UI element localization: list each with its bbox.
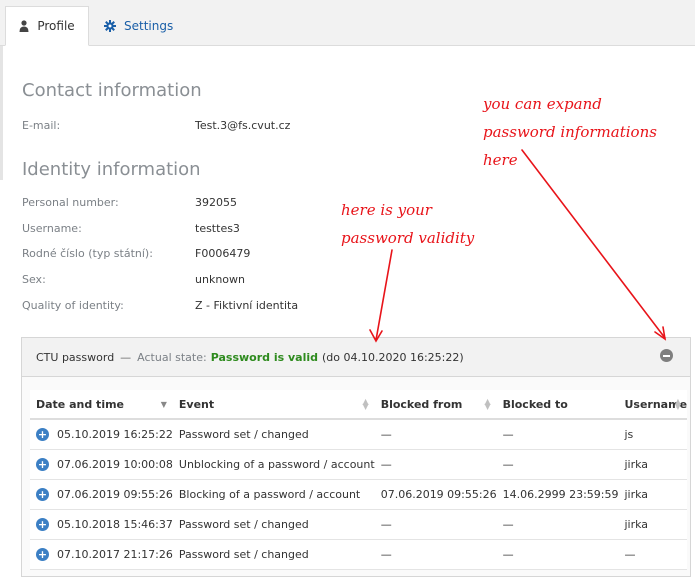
expand-annotation-line: here — [483, 151, 518, 169]
validity-annotation: here is your password validity — [341, 196, 474, 252]
table-row: +07.06.2019 10:00:08 Unblocking of a pas… — [30, 449, 688, 480]
expand-row-icon[interactable]: + — [36, 428, 49, 442]
arrow-to-collapse — [521, 149, 666, 339]
birth-number-value: F0006479 — [195, 247, 251, 260]
collapse-icon[interactable] — [660, 349, 673, 362]
tab-settings[interactable]: Settings — [104, 6, 173, 46]
row-blocked-to: 14.06.2999 23:59:59 — [496, 479, 619, 510]
sort-icon: ▲ ▼ — [362, 397, 369, 411]
column-blocked-from[interactable]: Blocked from ▲ ▼ — [374, 390, 497, 420]
column-event-label: Event — [178, 397, 215, 411]
column-date-label: Date and time — [36, 397, 125, 411]
password-history-table: Date and time ▼ Event ▲ ▼ Blocked from ▲ ▼ Bl… — [30, 390, 688, 570]
tab-settings-label: Settings — [124, 19, 174, 33]
row-blocked-from: — — [374, 539, 497, 570]
expand-row-icon[interactable]: + — [36, 488, 49, 502]
row-username: jirka — [618, 449, 688, 480]
table-row: +07.06.2019 09:55:26 Blocking of a passw… — [30, 479, 688, 510]
row-blocked-to: — — [496, 509, 619, 540]
row-event: Password set / changed — [172, 419, 375, 450]
birth-number-label: Rodné číslo (typ státní): — [22, 247, 153, 260]
username-value: testtes3 — [195, 222, 240, 235]
expand-annotation-line: password informations — [483, 123, 657, 141]
header-separator: — — [120, 350, 132, 364]
email-value: Test.3@fs.cvut.cz — [195, 119, 291, 132]
column-username[interactable]: Username ▲ ▼ — [618, 390, 688, 420]
password-panel-header: CTU password — Actual state: Password is… — [22, 338, 690, 377]
expand-annotation: you can expand password informations her… — [483, 90, 657, 174]
column-date[interactable]: Date and time ▼ — [30, 390, 173, 420]
row-blocked-from: 07.06.2019 09:55:26 — [374, 479, 497, 510]
sort-desc-icon: ▼ — [160, 400, 167, 409]
expand-row-icon[interactable]: + — [36, 458, 49, 472]
row-event: Blocking of a password / account — [172, 479, 375, 510]
gear-icon — [104, 20, 116, 32]
username-label: Username: — [22, 222, 82, 235]
personal-number-label: Personal number: — [22, 196, 119, 209]
password-validity: (do 04.10.2020 16:25:22) — [322, 350, 464, 364]
table-header-row: Date and time ▼ Event ▲ ▼ Blocked from ▲ ▼ Bl… — [30, 390, 688, 420]
password-panel-title: CTU password — [36, 350, 115, 364]
tab-bar: Profile Settings — [0, 0, 695, 46]
table-row: +07.10.2017 21:17:26 Password set / chan… — [30, 539, 688, 570]
column-event[interactable]: Event ▲ ▼ — [172, 390, 375, 420]
validity-annotation-line: here is your — [341, 201, 432, 219]
sex-label: Sex: — [22, 273, 46, 286]
row-event: Password set / changed — [172, 509, 375, 540]
tab-profile[interactable]: Profile — [5, 6, 89, 46]
email-label: E-mail: — [22, 119, 61, 132]
password-state: Password is valid — [210, 350, 318, 364]
quality-of-identity-value: Z - Fiktivní identita — [195, 299, 299, 312]
identity-section-title: Identity information — [22, 159, 201, 180]
row-date: 07.06.2019 09:55:26 — [57, 487, 173, 501]
row-username: — — [618, 539, 688, 570]
row-blocked-from: — — [374, 419, 497, 450]
row-date: 05.10.2019 16:25:22 — [57, 427, 173, 441]
sex-value: unknown — [195, 273, 245, 286]
row-blocked-to: — — [496, 419, 619, 450]
validity-annotation-line: password validity — [341, 229, 475, 247]
contact-section-title: Contact information — [22, 80, 202, 101]
column-blocked-to-label: Blocked to — [502, 397, 568, 411]
row-blocked-from: — — [374, 449, 497, 480]
expand-row-icon[interactable]: + — [36, 518, 49, 532]
row-date: 05.10.2018 15:46:37 — [57, 517, 173, 531]
sort-icon: ▲ ▼ — [674, 397, 682, 411]
row-date: 07.06.2019 10:00:08 — [57, 457, 173, 471]
sort-icon: ▲ ▼ — [484, 397, 491, 411]
expand-annotation-line: you can expand — [483, 95, 602, 113]
tab-profile-label: Profile — [37, 19, 75, 33]
row-username: jirka — [618, 479, 688, 510]
table-row: +05.10.2018 15:46:37 Password set / chan… — [30, 509, 688, 540]
password-panel: CTU password — Actual state: Password is… — [21, 337, 691, 577]
row-event: Unblocking of a password / account — [172, 449, 375, 480]
row-blocked-from: — — [374, 509, 497, 540]
user-icon — [19, 20, 29, 32]
quality-of-identity-label: Quality of identity: — [22, 299, 124, 312]
column-blocked-from-label: Blocked from — [380, 397, 463, 411]
row-username: jirka — [618, 509, 688, 540]
personal-number-value: 392055 — [195, 196, 237, 209]
arrow-to-validity — [375, 249, 393, 341]
row-date: 07.10.2017 21:17:26 — [57, 547, 173, 561]
state-label: Actual state: — [137, 350, 207, 364]
row-username: js — [618, 419, 688, 450]
expand-row-icon[interactable]: + — [36, 548, 49, 562]
row-blocked-to: — — [496, 449, 619, 480]
table-row: +05.10.2019 16:25:22 Password set / chan… — [30, 419, 688, 450]
row-event: Password set / changed — [172, 539, 375, 570]
row-blocked-to: — — [496, 539, 619, 570]
column-blocked-to[interactable]: Blocked to — [496, 390, 619, 420]
